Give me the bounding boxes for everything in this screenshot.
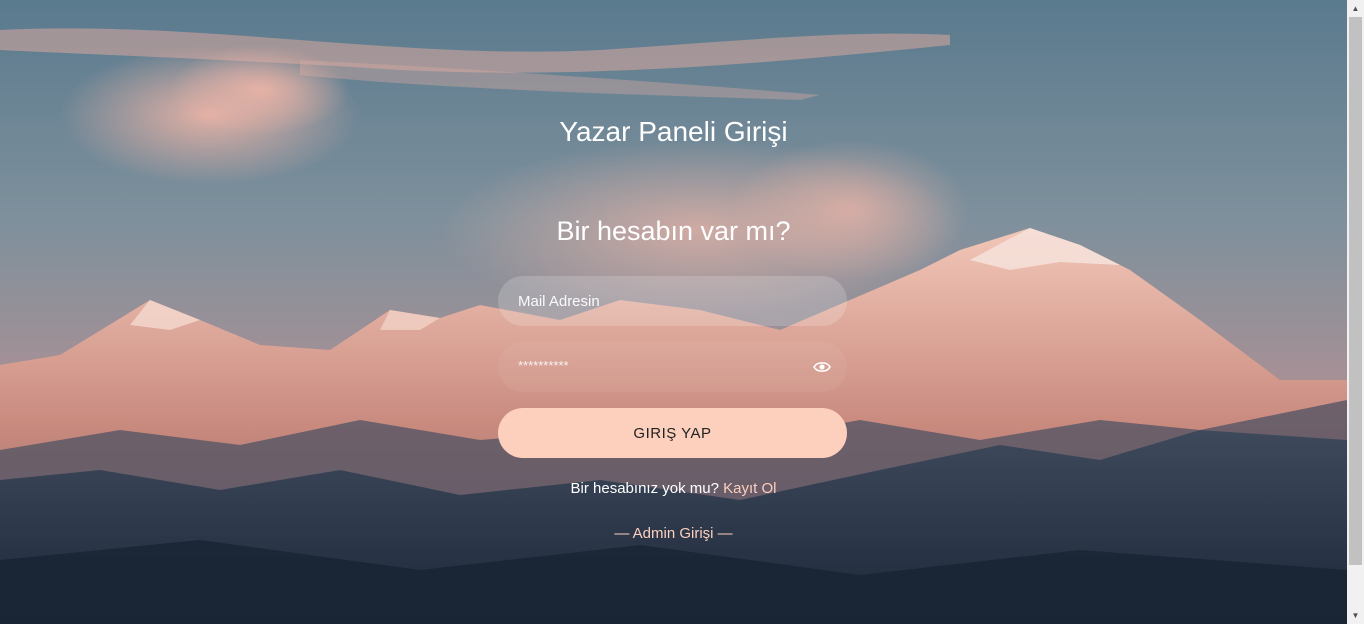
login-page: Yazar Paneli Girişi Bir hesabın var mı? …: [0, 0, 1347, 624]
login-button[interactable]: GIRIŞ YAP: [498, 408, 847, 458]
register-prompt-text: Bir hesabınız yok mu?: [570, 480, 719, 497]
page-title: Yazar Paneli Girişi: [559, 116, 788, 147]
vertical-scrollbar[interactable]: ▲ ▼: [1347, 0, 1364, 624]
email-field[interactable]: [498, 276, 847, 326]
eye-icon[interactable]: [813, 360, 831, 374]
scroll-down-arrow-icon[interactable]: ▼: [1347, 607, 1364, 624]
password-field[interactable]: **********: [498, 342, 847, 392]
scrollbar-thumb[interactable]: [1349, 17, 1362, 565]
register-link[interactable]: Kayıt Ol: [723, 480, 776, 497]
scroll-up-arrow-icon[interactable]: ▲: [1347, 0, 1364, 17]
register-prompt: Bir hesabınız yok mu? Kayıt Ol: [0, 480, 1347, 497]
login-subtitle: Bir hesabın var mı?: [556, 216, 791, 246]
password-mask: **********: [518, 358, 569, 373]
admin-login-link[interactable]: — Admin Girişi —: [0, 525, 1347, 542]
